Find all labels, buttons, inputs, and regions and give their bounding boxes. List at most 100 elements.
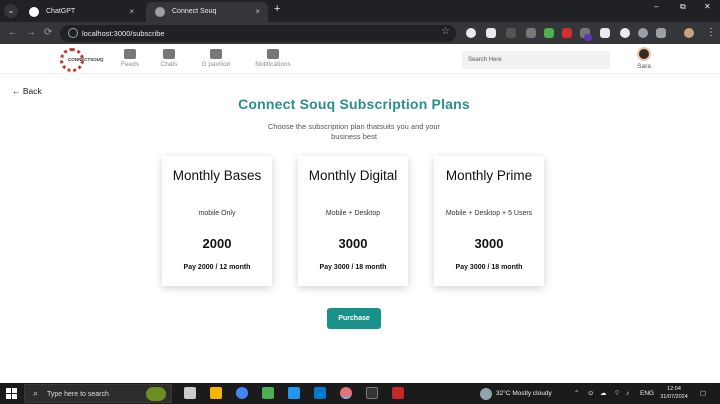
extension-icon[interactable]	[526, 28, 536, 38]
app-icon[interactable]	[262, 387, 274, 399]
file-explorer-icon[interactable]	[210, 387, 222, 399]
reload-icon[interactable]: ⟳	[44, 27, 52, 38]
tray-icon[interactable]: ☁	[600, 383, 607, 404]
page-subtitle: Choose the subscription plan thatsuits y…	[267, 122, 441, 141]
tray-chevron-icon[interactable]: ⌃	[574, 383, 579, 404]
weather-text[interactable]: 32°C Mostly cloudy	[496, 383, 552, 404]
notification-center-icon[interactable]: ▢	[700, 383, 706, 404]
windows-taskbar: ⌕ Type here to search 32°C Mostly cloudy…	[0, 383, 720, 404]
minimize-button[interactable]: –	[654, 2, 658, 11]
app-icon[interactable]	[288, 387, 300, 399]
tab-title: Connect Souq	[172, 8, 217, 15]
tab-close-icon[interactable]: ×	[255, 2, 260, 22]
extension-icon[interactable]	[562, 28, 572, 38]
logo-text: CONNECTSOUQ	[68, 57, 104, 62]
forward-arrow-icon[interactable]: →	[26, 27, 36, 38]
extension-icon[interactable]	[486, 28, 496, 38]
plan-terms: Pay 2000 / 12 month	[183, 264, 251, 271]
taskbar-search-input[interactable]: ⌕ Type here to search	[24, 384, 172, 403]
search-highlight-icon	[146, 387, 166, 401]
vscode-icon[interactable]	[314, 387, 326, 399]
url-text[interactable]: localhost:3000/subscribe	[82, 25, 165, 42]
home-icon	[124, 49, 136, 59]
extension-icon[interactable]	[620, 28, 630, 38]
purchase-button[interactable]: Purchase	[327, 308, 381, 329]
tab-close-icon[interactable]: ×	[129, 2, 134, 22]
nav-label: Chats	[160, 61, 178, 68]
browser-toolbar: ← → ⟳ localhost:3000/subscribe ☆ ⋮	[0, 22, 720, 44]
nav-g-pavilion[interactable]: G pavilion	[196, 49, 236, 68]
notification-icon	[267, 49, 279, 59]
plan-terms: Pay 3000 / 18 month	[455, 264, 523, 271]
system-clock[interactable]: 12:04 31/07/2024	[654, 385, 694, 401]
nav-chats[interactable]: Chats	[156, 49, 182, 68]
chat-icon	[163, 49, 175, 59]
extension-icon[interactable]	[638, 28, 648, 38]
plan-name: Monthly Bases	[172, 168, 262, 183]
date: 31/07/2024	[660, 394, 688, 400]
chrome-icon[interactable]	[236, 387, 248, 399]
tab-chatgpt[interactable]: ChatGPT ×	[20, 2, 142, 22]
plan-price: 3000	[338, 236, 368, 251]
volume-icon[interactable]: ♪	[626, 383, 629, 404]
plan-card-monthly-digital[interactable]: Monthly Digital Mobile + Desktop 3000 Pa…	[298, 156, 408, 286]
extension-icon[interactable]	[466, 28, 476, 38]
plan-price: 2000	[202, 236, 232, 251]
nav-label: Feeds	[120, 61, 140, 68]
site-info-icon[interactable]	[68, 28, 78, 38]
plan-name: Monthly Digital	[308, 168, 398, 183]
search-input[interactable]: Search Here	[462, 51, 610, 69]
plan-price: 3000	[474, 236, 504, 251]
task-view-icon[interactable]	[184, 387, 196, 399]
close-window-button[interactable]: ✕	[704, 2, 711, 11]
nav-feeds[interactable]: Feeds	[118, 49, 142, 68]
tray-icon[interactable]: ⊙	[588, 383, 593, 404]
plan-name: Monthly Prime	[445, 168, 533, 183]
restore-button[interactable]: ⧉	[680, 2, 686, 12]
profile-avatar-icon[interactable]	[684, 28, 694, 38]
extension-badge-icon	[584, 34, 592, 41]
weather-cloud-icon	[480, 388, 492, 400]
chrome-active-icon[interactable]	[340, 387, 352, 399]
plan-description: Mobile + Desktop	[325, 210, 381, 217]
terminal-icon[interactable]	[366, 387, 378, 399]
connect-souq-logo[interactable]: CONNECTSOUQ	[60, 47, 104, 73]
nav-label: G pavilion	[201, 61, 231, 68]
language-indicator[interactable]: ENG	[640, 383, 654, 404]
plan-terms: Pay 3000 / 18 month	[319, 264, 387, 271]
plan-card-monthly-prime[interactable]: Monthly Prime Mobile + Desktop + 5 Users…	[434, 156, 544, 286]
plan-description: Mobile + Desktop + 5 Users	[445, 210, 533, 217]
wifi-icon[interactable]: ⌔	[614, 383, 620, 404]
filezilla-icon[interactable]	[392, 387, 404, 399]
browser-menu-icon[interactable]: ⋮	[706, 27, 716, 38]
connect-souq-favicon-icon	[155, 7, 165, 17]
extension-icon[interactable]	[600, 28, 610, 38]
back-arrow-icon[interactable]: ←	[8, 27, 18, 38]
plan-description: mobile Only	[198, 210, 236, 217]
extension-icon[interactable]	[544, 28, 554, 38]
chatgpt-favicon-icon	[29, 7, 39, 17]
page-title: Connect Souq Subscription Plans	[238, 96, 470, 112]
extension-icon[interactable]	[506, 28, 516, 38]
user-name: Sara	[637, 63, 651, 70]
address-bar[interactable]: localhost:3000/subscribe ☆	[60, 25, 456, 42]
nav-label: Notifications	[255, 61, 291, 68]
extensions-puzzle-icon[interactable]	[656, 28, 666, 38]
app-header: CONNECTSOUQ Feeds Chats G pavilion Notif…	[0, 44, 720, 74]
tab-connect-souq[interactable]: Connect Souq ×	[146, 2, 268, 22]
browser-tab-bar: ⌄ ChatGPT × Connect Souq × + – ⧉ ✕	[0, 0, 720, 22]
plan-card-monthly-bases[interactable]: Monthly Bases mobile Only 2000 Pay 2000 …	[162, 156, 272, 286]
nav-notifications[interactable]: Notifications	[250, 49, 296, 68]
new-tab-button[interactable]: +	[274, 3, 280, 15]
user-profile[interactable]: Sara	[634, 47, 654, 70]
search-icon: ⌕	[33, 388, 39, 398]
back-link[interactable]: ← Back	[12, 86, 42, 96]
bookmark-star-icon[interactable]: ☆	[441, 26, 450, 37]
avatar	[637, 47, 651, 61]
tab-title: ChatGPT	[46, 8, 76, 15]
windows-start-icon[interactable]	[6, 388, 17, 399]
pavilion-icon	[210, 49, 222, 59]
tab-search-button[interactable]: ⌄	[4, 4, 18, 18]
taskbar-search-placeholder: Type here to search	[47, 391, 109, 398]
time: 12:04	[667, 386, 681, 392]
